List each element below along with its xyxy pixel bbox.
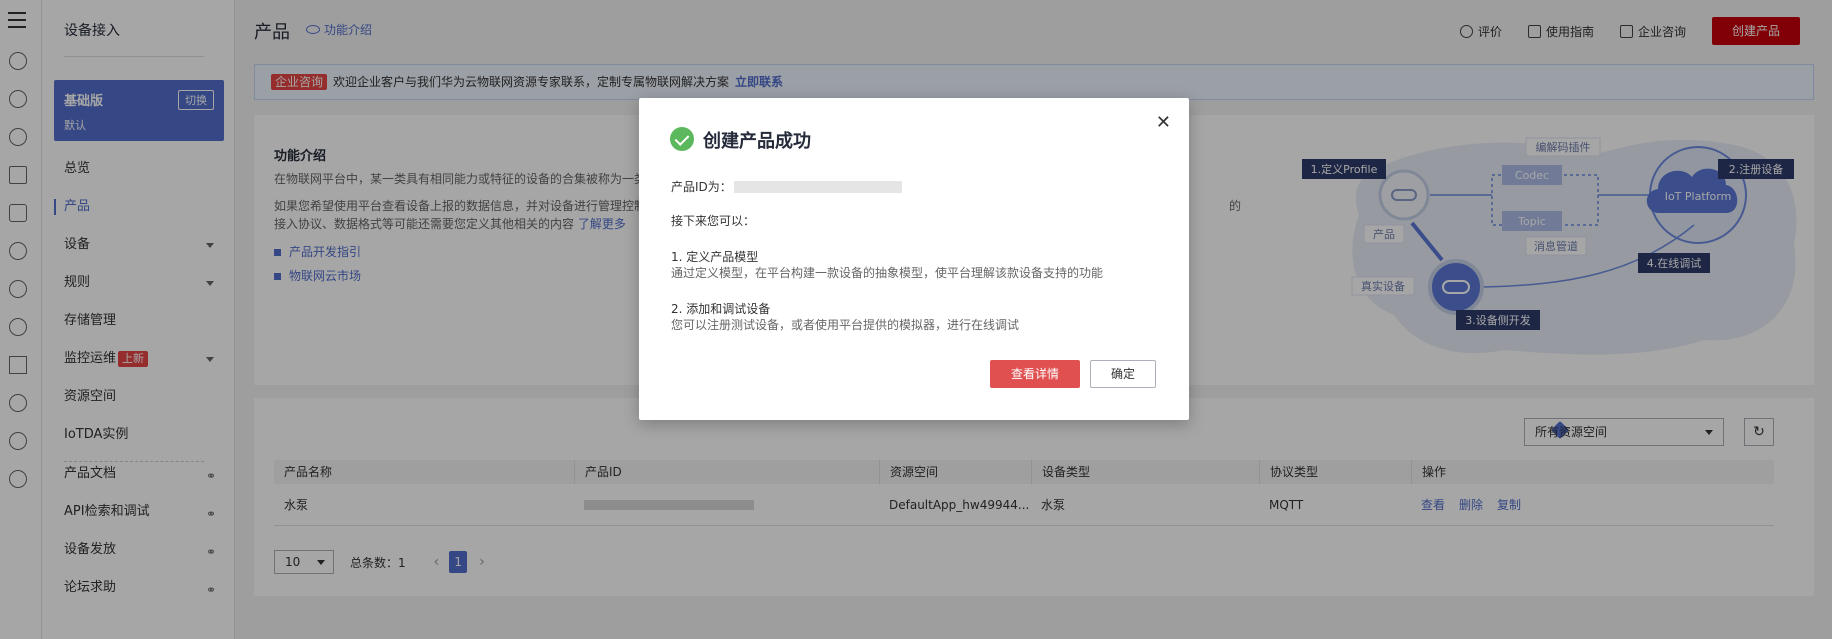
view-details-button[interactable]: 查看详情 [990,360,1080,388]
redacted-product-id [733,181,902,193]
step2-desc: 您可以注册测试设备，或者使用平台提供的模拟器，进行在线调试 [671,318,1020,332]
step1-desc: 通过定义模型，在平台构建一款设备的抽象模型，使平台理解该款设备支持的功能 [671,266,1104,280]
step2-title: 2. 添加和调试设备 [671,302,771,316]
product-id-line: 产品ID为： [671,178,902,195]
product-id-label: 产品ID为： [671,180,732,194]
dialog-title: 创建产品成功 [703,131,811,152]
success-check-icon [670,127,694,151]
create-success-dialog: ✕ 创建产品成功 产品ID为： 接下来您可以： 1. 定义产品模型 通过定义模型… [639,98,1189,420]
confirm-button[interactable]: 确定 [1090,360,1156,388]
close-icon[interactable]: ✕ [1156,112,1171,133]
next-steps-text: 接下来您可以： [671,214,756,228]
step1-title: 1. 定义产品模型 [671,250,759,264]
